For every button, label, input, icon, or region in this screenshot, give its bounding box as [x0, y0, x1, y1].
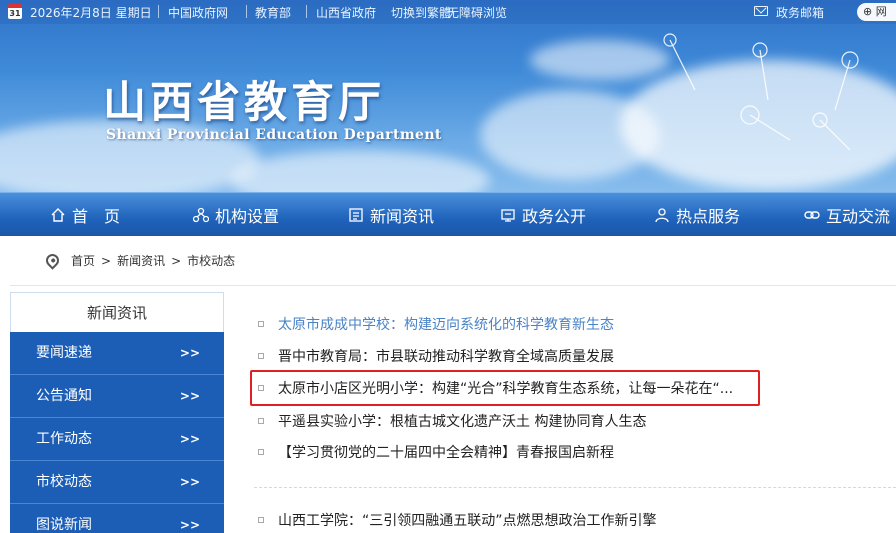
nav-organization[interactable]: 机构设置: [193, 193, 279, 237]
breadcrumb-home[interactable]: 首页: [71, 252, 95, 269]
calendar-icon: 31: [8, 4, 22, 19]
switch-traditional-link[interactable]: 切换到繁體: [391, 4, 451, 21]
news-title[interactable]: 太原市成成中学校：构建迈向系统化的科学教育新生态: [278, 314, 614, 334]
link-icon: [804, 211, 820, 219]
gov-mail-link[interactable]: 政务邮箱: [776, 4, 824, 21]
current-date: 2026年2月8日 星期日: [30, 6, 152, 20]
nav-home[interactable]: 首 页: [50, 193, 120, 237]
double-arrow-icon: >>: [179, 389, 200, 403]
breadcrumb-current[interactable]: 市校动态: [187, 252, 235, 269]
dandelion-decoration: [663, 33, 859, 151]
breadcrumb-separator: >: [101, 253, 112, 268]
news-icon: [349, 208, 363, 222]
nav-news-label: 新闻资讯: [370, 207, 435, 226]
double-arrow-icon: >>: [179, 518, 200, 532]
bullet-square-icon: [258, 418, 264, 424]
main-nav: 首 页 机构设置 新闻资讯 政务公开 热点服务 互动交流: [0, 192, 896, 236]
bullet-square-icon: [258, 449, 264, 455]
topbar-button-label: 网: [875, 5, 887, 18]
nav-hot-service-label: 热点服务: [676, 207, 741, 226]
news-title[interactable]: 【学习贯彻党的二十届四中全会精神】青春报国启新程: [278, 442, 614, 462]
sidebar: 新闻资讯 要闻速递 >> 公告通知 >> 工作动态 >> 市校动态 >> 图说新…: [10, 292, 224, 533]
link-gov-cn[interactable]: 中国政府网: [168, 4, 228, 21]
double-arrow-icon: >>: [179, 475, 200, 489]
nav-hot-service[interactable]: 热点服务: [654, 193, 740, 237]
mail-icon: [754, 6, 768, 16]
sidebar-item-photo-news[interactable]: 图说新闻 >>: [10, 504, 224, 533]
breadcrumb: 首页 > 新闻资讯 > 市校动态: [10, 236, 896, 286]
nav-interaction-label: 互动交流: [826, 207, 891, 226]
news-title[interactable]: 晋中市教育局：市县联动推动科学教育全域高质量发展: [278, 346, 614, 366]
nav-interaction[interactable]: 互动交流: [804, 193, 890, 237]
list-divider: [254, 487, 896, 488]
home-icon: [51, 208, 65, 222]
top-bar: 31 2026年2月8日 星期日 中国政府网 教育部 山西省政府 切换到繁體 无…: [0, 0, 896, 24]
breadcrumb-news[interactable]: 新闻资讯: [117, 252, 165, 269]
nav-home-label: 首 页: [72, 207, 121, 226]
nav-news[interactable]: 新闻资讯: [348, 193, 434, 237]
divider: [306, 5, 307, 18]
sidebar-title: 新闻资讯: [10, 292, 224, 332]
accessibility-link[interactable]: 无障碍浏览: [447, 4, 507, 21]
site-title-english: Shanxi Provincial Education Department: [106, 127, 442, 143]
breadcrumb-separator: >: [171, 253, 182, 268]
sidebar-item-label: 公告通知: [36, 388, 92, 404]
topbar-button[interactable]: ⊕ 网: [857, 3, 896, 21]
bullet-square-icon: [258, 353, 264, 359]
header-banner: 31 2026年2月8日 星期日 中国政府网 教育部 山西省政府 切换到繁體 无…: [0, 0, 896, 200]
sidebar-item-news-express[interactable]: 要闻速递 >>: [10, 332, 224, 375]
location-pin-icon: [43, 251, 62, 270]
sidebar-item-label: 市校动态: [36, 474, 92, 490]
list-item[interactable]: 山西工学院：“三引领四融通五联动”点燃思想政治工作新引擎: [254, 505, 894, 533]
nav-gov-affairs[interactable]: 政务公开: [500, 193, 586, 237]
highlight-box: [250, 370, 760, 406]
nav-gov-affairs-label: 政务公开: [522, 207, 587, 226]
org-icon: [193, 207, 209, 223]
link-shanxi-gov[interactable]: 山西省政府: [316, 4, 376, 21]
link-moe[interactable]: 教育部: [255, 4, 291, 21]
sidebar-item-work-updates[interactable]: 工作动态 >>: [10, 418, 224, 461]
sidebar-item-notices[interactable]: 公告通知 >>: [10, 375, 224, 418]
news-title[interactable]: 山西工学院：“三引领四融通五联动”点燃思想政治工作新引擎: [278, 510, 657, 530]
list-item[interactable]: 平遥县实验小学：根植古城文化遗产沃土 构建协同育人生态: [254, 406, 894, 436]
service-icon: [655, 208, 669, 223]
news-title[interactable]: 平遥县实验小学：根植古城文化遗产沃土 构建协同育人生态: [278, 411, 646, 431]
sidebar-item-city-school[interactable]: 市校动态 >>: [10, 461, 224, 504]
calendar-day: 31: [9, 9, 21, 18]
bullet-square-icon: [258, 517, 264, 523]
sidebar-item-label: 要闻速递: [36, 345, 92, 361]
sidebar-item-label: 图说新闻: [36, 517, 92, 533]
list-item[interactable]: 【学习贯彻党的二十届四中全会精神】青春报国启新程: [254, 437, 894, 467]
bullet-square-icon: [258, 321, 264, 327]
double-arrow-icon: >>: [179, 346, 200, 360]
divider: [246, 5, 247, 18]
list-item[interactable]: 晋中市教育局：市县联动推动科学教育全域高质量发展: [254, 341, 894, 371]
nav-organization-label: 机构设置: [215, 207, 280, 226]
gov-icon: [501, 209, 515, 222]
divider: [158, 5, 159, 18]
double-arrow-icon: >>: [179, 432, 200, 446]
list-item[interactable]: 太原市成成中学校：构建迈向系统化的科学教育新生态: [254, 309, 894, 339]
site-title: 山西省教育厅: [103, 78, 385, 128]
sidebar-item-label: 工作动态: [36, 431, 92, 447]
